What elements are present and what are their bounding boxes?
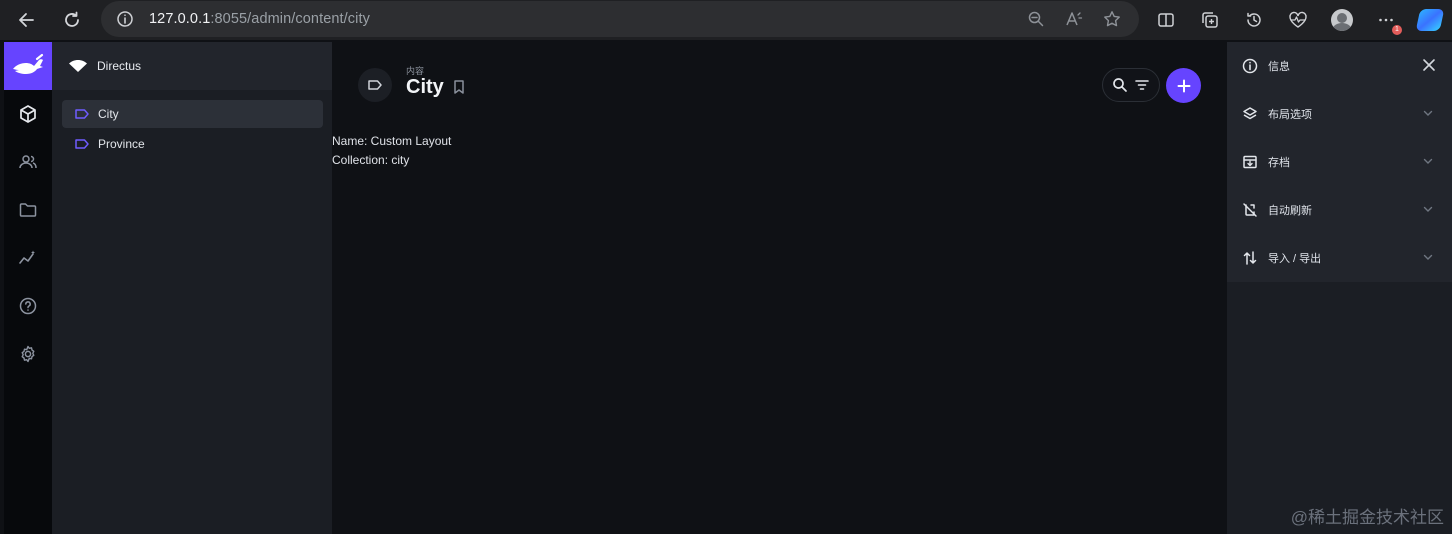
sidebar-item-label: 存档 xyxy=(1268,157,1290,169)
directus-logo[interactable] xyxy=(4,42,52,90)
copilot-icon xyxy=(1415,9,1445,31)
main-content: 内容 City Name: Custom Layout Collection: … xyxy=(332,42,1227,534)
module-insights[interactable] xyxy=(16,246,40,270)
sidebar: 信息 布局选项 存档 自动刷新 导入 / 导出 @稀土掘金技术社区 xyxy=(1227,42,1452,534)
read-aloud-button[interactable] xyxy=(1061,7,1087,31)
collections-navigation: Directus City Province xyxy=(52,42,332,534)
url-text[interactable]: 127.0.0.1:8055/admin/content/city xyxy=(149,11,370,27)
gear-icon xyxy=(21,345,35,363)
sidebar-item-label: 信息 xyxy=(1268,61,1290,73)
chevron-down-icon xyxy=(1423,110,1433,116)
folder-icon xyxy=(19,203,37,217)
url-path: :8055/admin/content/city xyxy=(210,11,370,27)
project-name: Directus xyxy=(97,59,142,73)
collections-icon xyxy=(1202,12,1218,28)
chevron-down-icon xyxy=(1423,206,1433,212)
more-menu-button[interactable]: 1 xyxy=(1372,6,1402,35)
watermark: @稀土掘金技术社区 xyxy=(1290,508,1444,527)
wifi-icon xyxy=(69,60,87,72)
module-content[interactable] xyxy=(16,102,40,126)
module-settings[interactable] xyxy=(16,342,40,366)
bookmark-icon xyxy=(454,80,464,94)
cube-icon xyxy=(20,105,36,123)
reload-icon xyxy=(65,11,79,27)
search-filter-group xyxy=(1102,68,1160,102)
filter-icon[interactable] xyxy=(1134,77,1150,93)
sidebar-item-archive[interactable]: 存档 xyxy=(1227,138,1452,186)
module-users[interactable] xyxy=(16,150,40,174)
sync-disabled-icon xyxy=(1243,203,1257,217)
archive-icon xyxy=(1243,155,1257,169)
heartbeat-icon xyxy=(1289,11,1307,28)
nav-item-city[interactable]: City xyxy=(62,100,323,128)
help-icon xyxy=(19,297,37,315)
layout-name-text: Name: Custom Layout xyxy=(332,134,452,148)
browser-toolbar: 127.0.0.1:8055/admin/content/city 1 xyxy=(0,0,1452,40)
label-icon xyxy=(75,109,89,119)
profile-button[interactable] xyxy=(1328,6,1356,34)
sidebar-item-label: 导入 / 导出 xyxy=(1268,253,1322,265)
split-screen-button[interactable] xyxy=(1152,6,1180,34)
split-screen-icon xyxy=(1158,13,1174,27)
notification-badge: 1 xyxy=(1392,25,1402,35)
zoom-out-icon xyxy=(1028,11,1044,27)
label-icon xyxy=(75,139,89,149)
nav-item-province[interactable]: Province xyxy=(62,130,323,158)
nav-item-label: City xyxy=(98,107,119,121)
back-button[interactable] xyxy=(13,6,41,34)
nav-item-label: Province xyxy=(98,137,145,151)
star-icon xyxy=(1104,11,1120,27)
module-help[interactable] xyxy=(16,294,40,318)
page-title: City xyxy=(406,76,444,98)
create-item-button[interactable] xyxy=(1166,68,1201,103)
custom-layout-output: Name: Custom Layout Collection: city xyxy=(332,132,451,170)
collections-button[interactable] xyxy=(1196,6,1224,34)
sidebar-item-label: 布局选项 xyxy=(1268,109,1312,121)
insights-icon xyxy=(19,250,35,264)
url-host: 127.0.0.1 xyxy=(149,11,211,27)
sidebar-panel: 信息 布局选项 存档 自动刷新 导入 / 导出 xyxy=(1227,42,1452,282)
info-icon xyxy=(1242,58,1258,74)
bookmark-button[interactable] xyxy=(452,79,466,95)
label-icon xyxy=(368,80,382,90)
read-aloud-icon xyxy=(1066,12,1083,26)
performance-button[interactable] xyxy=(1284,6,1312,34)
arrow-left-icon xyxy=(19,13,34,27)
sidebar-item-label: 自动刷新 xyxy=(1268,205,1312,217)
sidebar-item-auto-refresh[interactable]: 自动刷新 xyxy=(1227,186,1452,234)
history-icon xyxy=(1247,12,1261,27)
module-bar xyxy=(4,42,52,534)
avatar xyxy=(1331,9,1353,31)
sidebar-item-layout-options[interactable]: 布局选项 xyxy=(1227,90,1452,138)
project-header[interactable]: Directus xyxy=(52,42,332,90)
history-button[interactable] xyxy=(1240,6,1268,34)
module-files[interactable] xyxy=(16,198,40,222)
sidebar-item-info[interactable]: 信息 xyxy=(1227,42,1452,90)
favorite-button[interactable] xyxy=(1099,7,1125,31)
plus-icon xyxy=(1177,79,1190,92)
import-export-icon xyxy=(1243,251,1257,265)
close-icon[interactable] xyxy=(1421,57,1437,73)
users-icon xyxy=(19,155,37,169)
chevron-down-icon xyxy=(1423,254,1433,260)
reload-button[interactable] xyxy=(58,6,86,34)
rabbit-logo-icon xyxy=(13,53,44,74)
address-bar[interactable]: 127.0.0.1:8055/admin/content/city xyxy=(101,1,1139,37)
copilot-button[interactable] xyxy=(1415,6,1445,34)
site-info-icon[interactable] xyxy=(115,9,135,29)
zoom-button[interactable] xyxy=(1023,7,1049,31)
sidebar-item-import-export[interactable]: 导入 / 导出 xyxy=(1227,234,1452,282)
chevron-down-icon xyxy=(1423,158,1433,164)
search-icon[interactable] xyxy=(1112,77,1128,93)
collection-name-text: Collection: city xyxy=(332,153,410,167)
layers-icon xyxy=(1243,107,1257,120)
collection-icon-button[interactable] xyxy=(358,68,392,102)
